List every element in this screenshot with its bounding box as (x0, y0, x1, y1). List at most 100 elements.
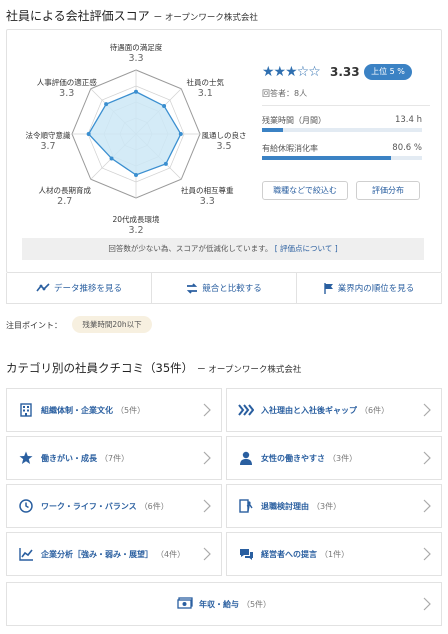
paid-leave-label: 有給休暇消化率 (262, 144, 318, 153)
category-analysis[interactable]: 企業分析［強み・弱み・展望］ （4件） (6, 532, 222, 576)
category-label: 企業分析［強み・弱み・展望］ (41, 549, 153, 559)
radar-point (104, 102, 109, 107)
paid-leave-bar (262, 156, 422, 160)
category-advice[interactable]: 経営者への提言 （1件） (226, 532, 442, 576)
radar-axis-label: 風通しの良さ (201, 131, 247, 140)
chevron-right-icon (203, 451, 211, 465)
category-count: （6件） (360, 405, 390, 415)
category-label: 組織体制・企業文化 (41, 405, 113, 415)
chevron-right-icon (423, 451, 431, 465)
radar-point (178, 132, 183, 136)
low-response-notice: 回答数が少ない為、スコアが低減化しています。 [ 評価点について ] (22, 238, 424, 260)
category-growth[interactable]: 働きがい・成長 （7件） (6, 436, 222, 480)
reviews-title-text: カテゴリ別の社員クチコミ（35件） (6, 361, 194, 375)
compare-icon (187, 282, 198, 294)
building-icon (17, 401, 35, 419)
category-label: 経営者への提言 (261, 549, 317, 559)
category-count: （5件） (241, 599, 272, 609)
arrows-icon (237, 401, 255, 419)
category-resignation[interactable]: 退職検討理由 （3件） (226, 484, 442, 528)
paid-leave-value: 80.6 % (392, 143, 422, 153)
reviews-company: ー オープンワーク株式会社 (197, 365, 302, 375)
category-label: 年収・給与 (198, 599, 239, 609)
money-icon (177, 596, 193, 612)
industry-rank-button[interactable]: 業界内の順位を見る (297, 273, 441, 303)
overtime-bar-fill (262, 128, 283, 132)
compare-competitors-button[interactable]: 競合と比較する (152, 273, 297, 303)
trend-icon (36, 283, 50, 292)
radar-axis-value: 3.1 (197, 87, 213, 99)
radar-axis-label: 20代成長環境 (112, 215, 160, 224)
radar-axis-value: 3.2 (128, 225, 144, 236)
category-women[interactable]: 女性の働きやすさ （3件） (226, 436, 442, 480)
category-salary[interactable]: 年収・給与 （5件） (6, 582, 442, 626)
person-icon (237, 449, 255, 467)
category-count: （3件） (328, 453, 358, 463)
score-info-link[interactable]: [ 評価点について ] (275, 244, 338, 253)
radar-axis-label: 法令順守意識 (25, 131, 71, 140)
reviews-title: カテゴリ別の社員クチコミ（35件）ー オープンワーク株式会社 (6, 360, 301, 376)
category-label: 女性の働きやすさ (261, 453, 325, 463)
chevron-right-icon (423, 403, 431, 417)
paid-leave-bar-fill (262, 156, 391, 160)
notice-text: 回答数が少ない為、スコアが低減化しています。 (108, 244, 273, 253)
category-count: （7件） (100, 453, 130, 463)
chevron-right-icon (423, 499, 431, 513)
respondent-count: 回答者：8人 (262, 89, 308, 98)
category-work-life[interactable]: ワーク・ライフ・バランス （6件） (6, 484, 222, 528)
view-trend-label: データ推移を見る (53, 284, 122, 294)
chevron-right-icon (423, 547, 431, 561)
overtime-value: 13.4 h (394, 115, 422, 125)
radar-axis-value: 3.3 (199, 196, 215, 208)
industry-rank-label: 業界内の順位を見る (337, 284, 415, 294)
filter-by-job-button[interactable]: 職種などで絞込む (262, 181, 348, 200)
radar-point (86, 132, 91, 136)
category-count: （1件） (320, 549, 350, 559)
category-gap[interactable]: 入社理由と入社後ギャップ （6件） (226, 388, 442, 432)
overtime-bar (262, 128, 422, 132)
chart-icon (17, 545, 35, 563)
radar-point (109, 156, 114, 161)
radar-axis-label: 社員の士気 (186, 77, 225, 87)
radar-point (134, 172, 138, 177)
radar-axis-value: 2.7 (57, 196, 73, 208)
star-icon (17, 449, 35, 467)
radar-axis-label: 人材の長期育成 (38, 186, 91, 196)
divider (262, 105, 430, 106)
category-count: （6件） (139, 501, 169, 511)
chat-icon (237, 545, 255, 563)
flag-icon (324, 282, 333, 294)
score-distribution-button[interactable]: 評価分布 (356, 181, 420, 200)
radar-point (134, 89, 138, 94)
view-trend-button[interactable]: データ推移を見る (7, 273, 152, 303)
category-label: 退職検討理由 (261, 501, 309, 511)
radar-axis-value: 3.3 (59, 87, 75, 99)
radar-axis-label: 社員の相互尊重 (181, 186, 234, 196)
focus-point-label: 注目ポイント： (6, 321, 62, 330)
chevron-right-icon (203, 403, 211, 417)
radar-axis-label: 待遇面の満足度 (109, 43, 163, 52)
category-label: 入社理由と入社後ギャップ (261, 405, 357, 415)
category-culture[interactable]: 組織体制・企業文化 （5件） (6, 388, 222, 432)
radar-point (162, 103, 167, 108)
exit-icon (237, 497, 255, 515)
radar-point (163, 161, 168, 166)
overtime-label: 残業時間（月間） (262, 116, 326, 125)
chevron-right-icon (203, 547, 211, 561)
radar-axis-value: 3.3 (128, 53, 144, 64)
radar-axis-value: 3.5 (216, 141, 232, 152)
category-label: 働きがい・成長 (41, 453, 97, 463)
rating-stars: ★★★☆☆ (262, 64, 321, 80)
rank-badge: 上位 5 % (364, 64, 412, 80)
category-count: （4件） (156, 549, 186, 559)
category-count: （5件） (116, 405, 146, 415)
category-label: ワーク・ライフ・バランス (41, 501, 137, 511)
overall-score: 3.33 (330, 65, 360, 79)
radar-axis-label: 人事評価の適正感 (36, 77, 97, 87)
category-count: （3件） (312, 501, 342, 511)
focus-point-tag[interactable]: 残業時間20h以下 (72, 316, 152, 333)
action-bar: データ推移を見る 競合と比較する 業界内の順位を見る (6, 273, 442, 304)
chevron-right-icon (423, 597, 431, 611)
clock-icon (17, 497, 35, 515)
radar-axis-value: 3.7 (40, 141, 56, 152)
